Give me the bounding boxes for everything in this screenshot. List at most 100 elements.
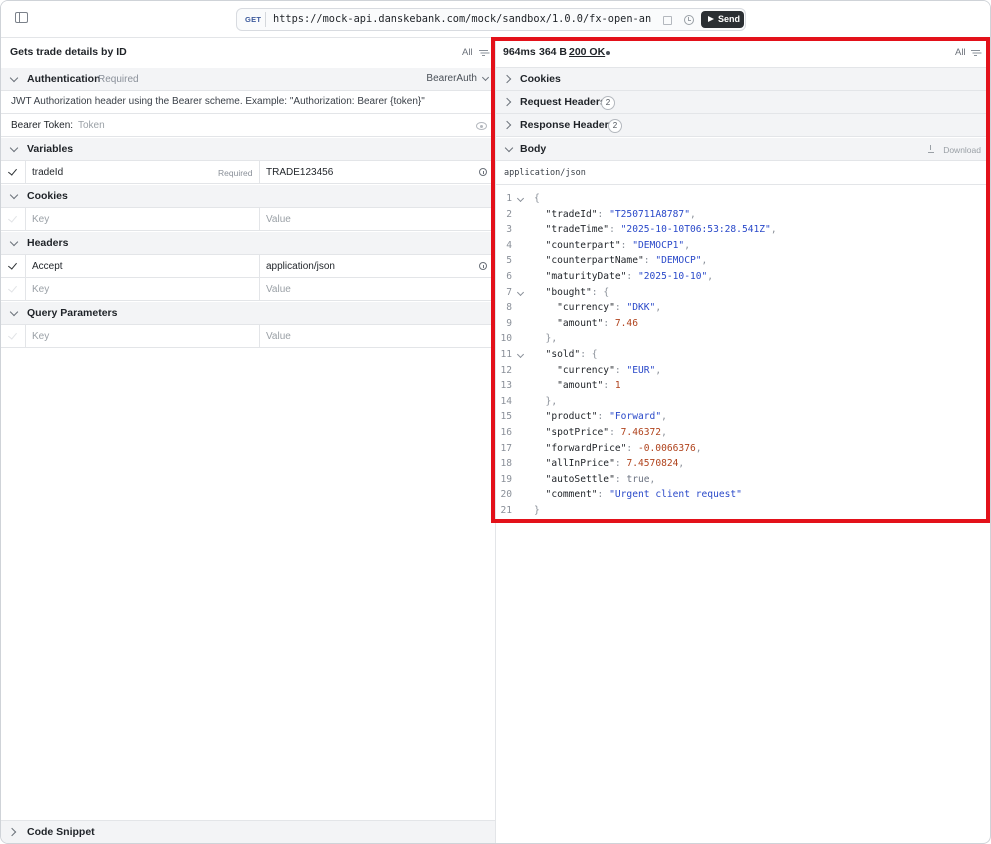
- auth-required-label: Required: [98, 74, 139, 85]
- auth-scheme-select[interactable]: BearerAuth: [426, 73, 477, 84]
- code-token: : {: [591, 286, 610, 298]
- checkmark-icon[interactable]: [8, 260, 17, 270]
- sidebar-toggle-icon[interactable]: [15, 12, 28, 23]
- body-section[interactable]: Body Download: [496, 138, 990, 161]
- code-token: :: [609, 224, 621, 236]
- filter-icon[interactable]: [971, 50, 980, 56]
- code-snippet-section[interactable]: Code Snippet: [1, 820, 495, 843]
- code-token: ,: [701, 255, 708, 267]
- code-token: "2025-10-10T06:53:28.541Z": [620, 224, 771, 236]
- variables-section[interactable]: Variables: [1, 138, 495, 161]
- bearer-token-input[interactable]: Token: [78, 120, 105, 131]
- code-token: "Urgent client request": [609, 489, 742, 501]
- query-key-input[interactable]: Key: [32, 331, 49, 342]
- code-token: 1: [614, 380, 621, 392]
- code-token: "amount": [534, 317, 604, 329]
- response-cookies-section[interactable]: Cookies: [496, 68, 990, 91]
- cookie-key-input[interactable]: Key: [32, 214, 49, 225]
- code-token: :: [597, 489, 610, 501]
- code-text: "tradeTime": "2025-10-10T06:53:28.541Z",: [534, 222, 777, 238]
- column-divider: [259, 161, 260, 183]
- code-token: "tradeId": [534, 208, 598, 220]
- code-token: :: [597, 411, 610, 423]
- header-value[interactable]: application/json: [266, 261, 335, 272]
- code-text: "bought": {: [534, 285, 610, 301]
- header-key[interactable]: Accept: [32, 261, 63, 272]
- code-token: :: [603, 317, 615, 329]
- auth-section[interactable]: Authentication Required BearerAuth: [1, 68, 495, 91]
- download-icon[interactable]: [928, 145, 934, 153]
- checkmark-icon[interactable]: [8, 166, 17, 176]
- code-token: },: [534, 395, 558, 407]
- response-headers-section[interactable]: Response Headers 2: [496, 114, 990, 137]
- auth-description-row: JWT Authorization header using the Beare…: [1, 91, 495, 114]
- header-key-input[interactable]: Key: [32, 284, 49, 295]
- info-icon[interactable]: [479, 262, 487, 270]
- header-row: Key Value: [1, 278, 495, 301]
- eye-icon[interactable]: [476, 122, 487, 130]
- code-token: :: [614, 302, 627, 314]
- url-input[interactable]: https://mock-api.danskebank.com/mock/san…: [273, 13, 651, 25]
- variable-key[interactable]: tradeId: [32, 167, 63, 178]
- chevron-down-icon: [9, 237, 19, 247]
- code-token: "currency": [534, 302, 615, 314]
- code-token: 7.4570824: [626, 458, 679, 470]
- code-token: "spotPrice": [534, 427, 610, 438]
- checkmark-icon[interactable]: [8, 283, 17, 293]
- code-token: :: [597, 208, 610, 220]
- code-token: -0.0066376: [637, 442, 696, 454]
- checkmark-icon[interactable]: [8, 330, 17, 340]
- header-row: Accept application/json: [1, 255, 495, 278]
- cookies-section[interactable]: Cookies: [1, 185, 495, 208]
- variable-value[interactable]: TRADE123456: [266, 167, 333, 178]
- line-number: 6: [506, 271, 512, 282]
- checkmark-icon[interactable]: [8, 213, 17, 223]
- copy-icon[interactable]: [663, 16, 672, 25]
- code-token: :: [614, 364, 627, 376]
- cookies-label: Cookies: [27, 190, 68, 202]
- filter-icon[interactable]: [479, 50, 488, 56]
- request-headers-section[interactable]: Request Headers 2: [496, 91, 990, 114]
- content-type-row: application/json: [496, 161, 990, 185]
- fold-chevron-icon[interactable]: [516, 350, 525, 359]
- code-token: "tradeTime": [534, 224, 610, 236]
- query-param-row: Key Value: [1, 325, 495, 348]
- code-text: "spotPrice": 7.46372,: [534, 425, 667, 441]
- cookie-value-input[interactable]: Value: [266, 214, 291, 225]
- line-number: 4: [506, 239, 512, 251]
- download-button[interactable]: Download: [943, 145, 981, 155]
- history-icon[interactable]: [684, 15, 694, 25]
- line-number: 7: [506, 286, 512, 298]
- info-icon[interactable]: [479, 168, 487, 176]
- play-icon: [708, 16, 714, 22]
- code-text: "allInPrice": 7.4570824,: [534, 456, 685, 472]
- column-divider: [259, 255, 260, 277]
- code-text: "counterpart": "DEMOCP1",: [534, 238, 690, 254]
- column-divider: [259, 325, 260, 347]
- send-button[interactable]: Send: [701, 11, 744, 28]
- headers-section[interactable]: Headers: [1, 232, 495, 255]
- fold-chevron-icon[interactable]: [516, 288, 525, 296]
- code-snippet-label: Code Snippet: [27, 826, 95, 838]
- fold-chevron-icon[interactable]: [516, 194, 525, 203]
- code-token: "counterpart": [534, 239, 621, 251]
- line-number: 3: [506, 224, 512, 236]
- chevron-down-icon[interactable]: [481, 73, 490, 82]
- header-value-input[interactable]: Value: [266, 284, 291, 295]
- query-params-section[interactable]: Query Parameters: [1, 302, 495, 325]
- response-filter-label[interactable]: All: [955, 47, 966, 58]
- request-filter-label[interactable]: All: [462, 47, 473, 58]
- http-method[interactable]: GET: [245, 15, 261, 24]
- response-headers-label: Response Headers: [520, 119, 615, 131]
- chevron-right-icon: [502, 120, 512, 130]
- code-token: "Forward": [609, 411, 662, 423]
- response-size: 364 B: [539, 46, 568, 58]
- query-value-input[interactable]: Value: [266, 331, 291, 342]
- column-divider: [25, 161, 26, 183]
- request-pane: Gets trade details by ID All Authenticat…: [1, 38, 496, 843]
- status-badge[interactable]: 200 OK: [569, 46, 605, 58]
- send-label: Send: [718, 14, 741, 24]
- line-number: 10: [500, 333, 512, 345]
- code-token: :: [620, 239, 633, 251]
- chevron-down-icon: [504, 143, 514, 153]
